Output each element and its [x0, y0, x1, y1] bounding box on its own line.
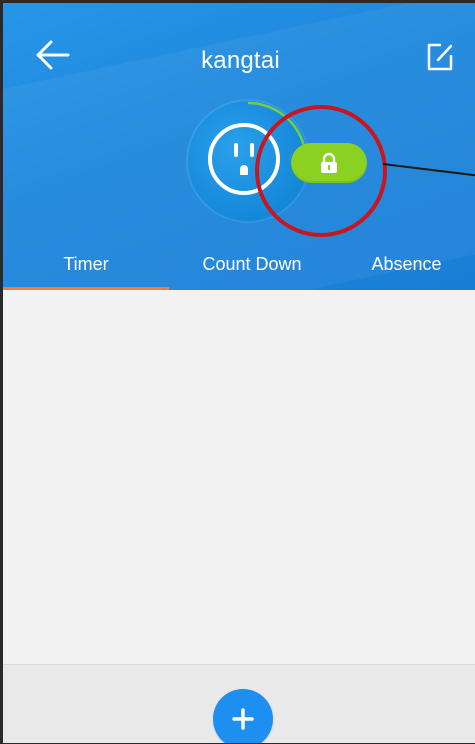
child-lock-toggle[interactable] — [291, 143, 367, 183]
tab-absence[interactable]: Absence — [335, 238, 475, 290]
tab-label: Absence — [371, 253, 442, 274]
phone-screen: kangtai Timer Count Down Absence — [0, 0, 475, 744]
plus-icon — [232, 708, 254, 730]
lock-icon — [321, 152, 337, 173]
tab-bar: Timer Count Down Absence — [3, 238, 475, 290]
timer-list-area — [3, 290, 475, 664]
edit-button[interactable] — [420, 35, 460, 79]
page-title: kangtai — [201, 47, 280, 74]
annotation-pointer-line — [382, 163, 475, 178]
tab-count-down[interactable]: Count Down — [169, 238, 335, 290]
edit-icon — [427, 43, 453, 71]
tab-timer[interactable]: Timer — [3, 238, 169, 290]
tab-label: Count Down — [202, 253, 302, 274]
app-header: kangtai Timer Count Down Absence — [3, 3, 475, 290]
tab-label: Timer — [63, 253, 109, 274]
add-timer-button[interactable] — [213, 689, 273, 743]
